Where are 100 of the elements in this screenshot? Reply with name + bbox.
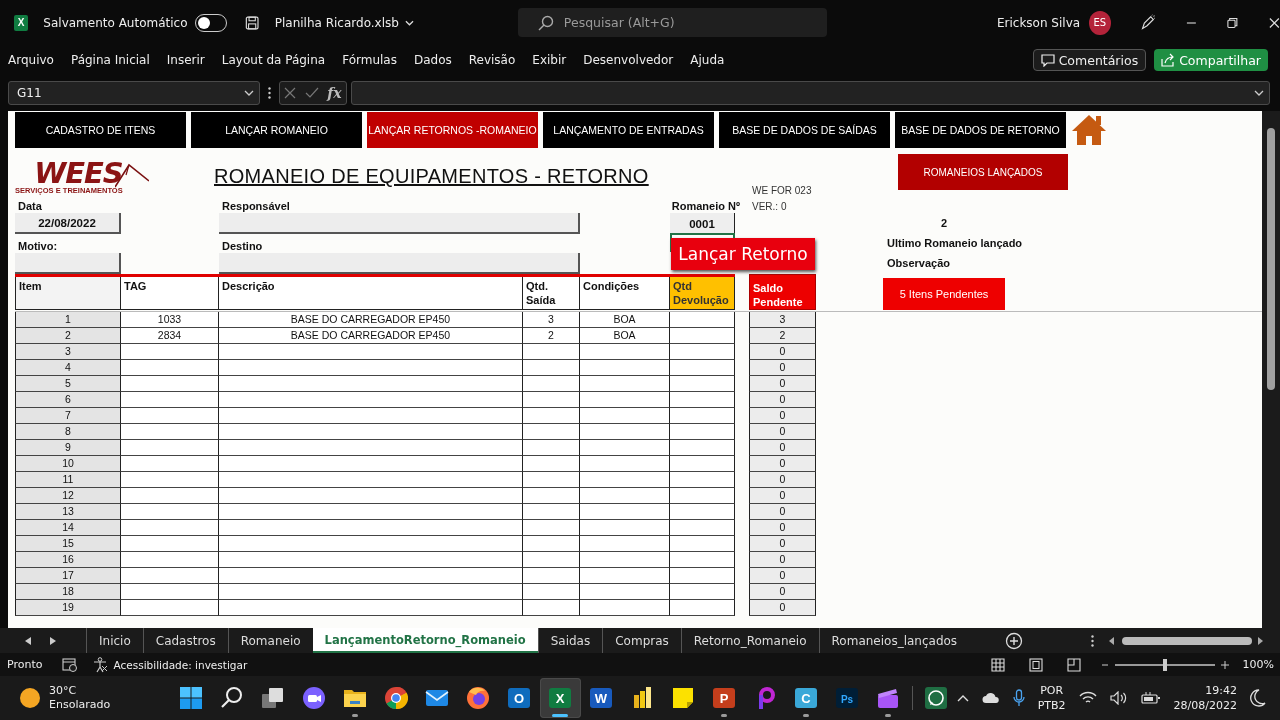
- date-field[interactable]: 22/08/2022: [15, 213, 121, 234]
- home-icon[interactable]: [1070, 113, 1108, 147]
- sticky-note-icon[interactable]: [671, 686, 696, 710]
- cloud-icon[interactable]: [981, 692, 1000, 704]
- nav-button[interactable]: LANÇAR RETORNOS -ROMANEIO: [367, 112, 538, 148]
- taskbar-button[interactable]: X: [539, 678, 581, 718]
- start-icon[interactable]: [179, 686, 204, 710]
- app-icon[interactable]: W: [589, 686, 614, 710]
- chevron-up-icon[interactable]: [956, 694, 969, 702]
- search-icon[interactable]: [220, 686, 245, 710]
- nav-button[interactable]: CADASTRO DE ITENS: [15, 112, 186, 148]
- table-cell: 0: [749, 488, 816, 504]
- table-cell: [523, 536, 580, 552]
- browser-icon[interactable]: [384, 686, 409, 710]
- launched-button[interactable]: ROMANEIOS LANÇADOS: [898, 154, 1068, 190]
- ribbon-tab[interactable]: Revisão: [468, 53, 516, 67]
- pending-items-button[interactable]: 5 Itens Pendentes: [883, 278, 1005, 310]
- more-icon[interactable]: [268, 87, 271, 99]
- nav-button[interactable]: BASE DE DADOS DE RETORNO: [895, 112, 1066, 148]
- taskbar-button[interactable]: P: [703, 678, 745, 718]
- check-icon[interactable]: [304, 87, 319, 99]
- clock-time[interactable]: 19:42: [1205, 683, 1237, 698]
- zoom-level[interactable]: 100%: [1242, 658, 1274, 671]
- keyboard-layout[interactable]: PTB2: [1037, 698, 1066, 713]
- ribbon-tab[interactable]: Dados: [413, 53, 452, 67]
- ribbon-tab[interactable]: Ajuda: [690, 53, 725, 67]
- last-romaneio-label: Ultimo Romaneio lançado: [886, 237, 1024, 249]
- app-icon[interactable]: Ps: [835, 686, 860, 710]
- more-icon[interactable]: [1091, 634, 1094, 647]
- table-cell: 12: [15, 488, 121, 504]
- file-name[interactable]: Planilha Ricardo.xlsb: [274, 15, 399, 30]
- page-break-icon[interactable]: [1066, 657, 1081, 672]
- normal-view-icon[interactable]: [990, 657, 1005, 672]
- name-box[interactable]: G11: [8, 81, 260, 105]
- avatar[interactable]: ES: [1089, 10, 1111, 35]
- chevron-down-icon[interactable]: [404, 19, 414, 26]
- browser-icon[interactable]: [466, 686, 491, 710]
- comments-button[interactable]: Comentários: [1032, 49, 1147, 71]
- accessibility-icon[interactable]: [92, 656, 109, 673]
- nav-button[interactable]: BASE DE DADOS DE SAÍDAS: [719, 112, 890, 148]
- responsible-field[interactable]: [219, 213, 580, 234]
- taskbar-button[interactable]: O: [498, 678, 540, 718]
- ribbon-tab[interactable]: Layout da Página: [221, 53, 326, 67]
- launch-return-button[interactable]: Lançar Retorno: [671, 238, 815, 270]
- ribbon-tab[interactable]: Desenvolvedor: [583, 53, 674, 67]
- table-cell: 16: [15, 552, 121, 568]
- temperature[interactable]: 30°C: [49, 684, 111, 698]
- save-icon[interactable]: [245, 14, 260, 31]
- clapperboard-icon[interactable]: [876, 686, 901, 710]
- cancel-icon[interactable]: [284, 87, 297, 99]
- app-icon[interactable]: X: [548, 686, 573, 710]
- search-field[interactable]: Pesquisar (Alt+G): [517, 8, 827, 37]
- nav-button[interactable]: LANÇAMENTO DE ENTRADAS: [543, 112, 714, 148]
- formula-field[interactable]: [351, 81, 1270, 105]
- close-icon[interactable]: [1269, 16, 1280, 29]
- column-header: Condições: [580, 277, 670, 310]
- wifi-icon[interactable]: [1078, 691, 1097, 705]
- accessibility-status[interactable]: Acessibilidade: investigar: [113, 658, 248, 671]
- add-sheet-icon[interactable]: [1005, 631, 1024, 650]
- task-view-icon[interactable]: [261, 686, 286, 710]
- vertical-scrollbar[interactable]: [1262, 111, 1280, 628]
- table-cell: 0: [749, 568, 816, 584]
- ribbon-tab[interactable]: Exibir: [532, 53, 567, 67]
- battery-icon[interactable]: [1140, 691, 1161, 705]
- chevron-down-icon[interactable]: [244, 90, 254, 96]
- clock-date[interactable]: 28/08/2022: [1173, 698, 1237, 713]
- reason-field[interactable]: [15, 253, 121, 274]
- ribbon-tab[interactable]: Inserir: [166, 53, 205, 67]
- destination-field[interactable]: [219, 253, 580, 274]
- weather-text[interactable]: Ensolarado: [49, 698, 111, 712]
- function-button[interactable]: fx: [327, 85, 342, 101]
- app-icon[interactable]: P: [712, 686, 737, 710]
- speaker-icon[interactable]: [1109, 691, 1128, 705]
- chevron-down-icon[interactable]: [1254, 90, 1264, 96]
- nav-button[interactable]: LANÇAR ROMANEIO: [191, 112, 362, 148]
- language-text[interactable]: POR: [1040, 683, 1064, 698]
- scroll-right-icon[interactable]: [50, 636, 56, 645]
- table-cell: [523, 376, 580, 392]
- taskbar-button[interactable]: W: [580, 678, 622, 718]
- video-chat-icon[interactable]: [302, 686, 327, 710]
- table-cell: 0: [749, 472, 816, 488]
- taskbar-button[interactable]: Ps: [826, 678, 868, 718]
- macro-icon[interactable]: [62, 657, 79, 672]
- scroll-left-icon[interactable]: [25, 636, 31, 645]
- page-layout-icon[interactable]: [1028, 657, 1043, 672]
- share-button[interactable]: Compartilhar: [1154, 49, 1268, 71]
- restore-icon[interactable]: [1227, 16, 1239, 29]
- number-field[interactable]: 0001: [670, 213, 735, 234]
- sun-icon[interactable]: [19, 687, 41, 709]
- table-cell: 0: [749, 408, 816, 424]
- app-icon[interactable]: O: [507, 686, 532, 710]
- ribbon-tab[interactable]: Arquivo: [8, 53, 54, 67]
- moon-icon[interactable]: [1250, 689, 1266, 707]
- ribbon-tab[interactable]: Página Inicial: [70, 53, 150, 67]
- sheet-tab[interactable]: LançamentoRetorno_Romaneio: [312, 628, 538, 653]
- table-cell: 0: [749, 536, 816, 552]
- zoom-in-icon[interactable]: [1220, 660, 1229, 669]
- microphone-icon[interactable]: [1012, 689, 1025, 707]
- chat-bubble-icon[interactable]: [924, 686, 949, 710]
- ribbon-tab[interactable]: Fórmulas: [342, 53, 397, 67]
